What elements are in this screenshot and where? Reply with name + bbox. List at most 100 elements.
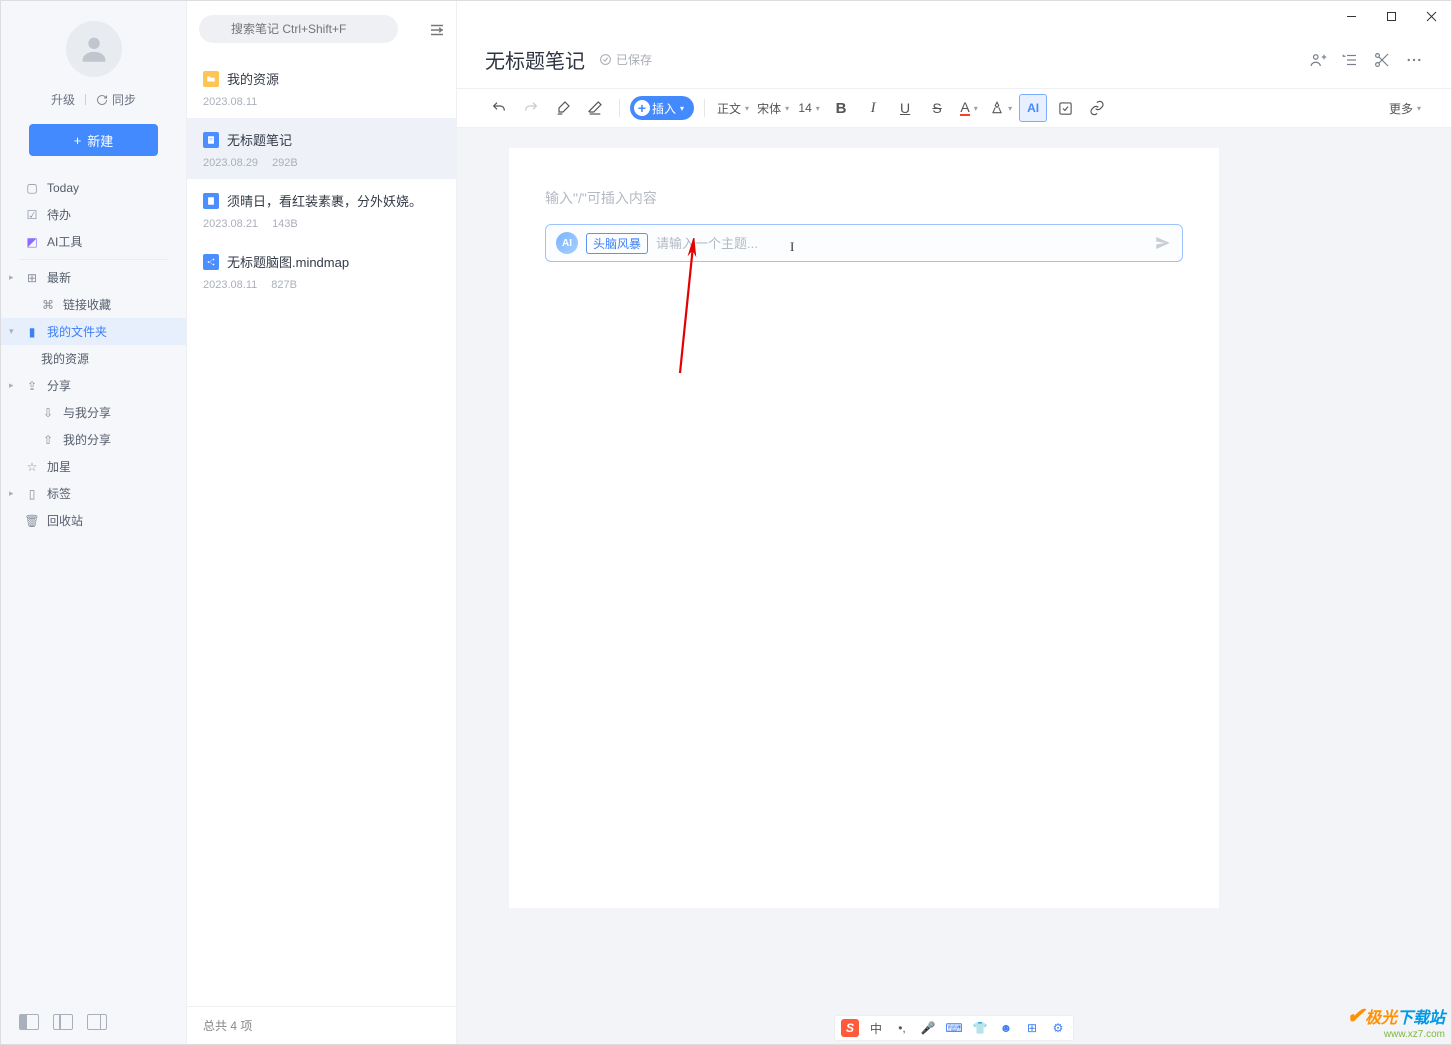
send-icon[interactable]: [1154, 234, 1172, 252]
chevron-right-icon: ▸: [9, 380, 14, 391]
star-icon: ☆: [25, 460, 39, 474]
more-toolbar-button[interactable]: 更多▾: [1387, 94, 1423, 122]
nav-todo[interactable]: ☑待办: [1, 201, 186, 228]
list-footer: 总共 4 项: [187, 1006, 456, 1044]
checklist-button[interactable]: [1051, 94, 1079, 122]
strikethrough-button[interactable]: S: [923, 94, 951, 122]
scissors-icon[interactable]: [1373, 51, 1391, 69]
document-title[interactable]: 无标题笔记: [485, 45, 585, 74]
font-select[interactable]: 宋体▾: [755, 94, 791, 122]
eraser-button[interactable]: [581, 94, 609, 122]
ime-keyboard-icon[interactable]: ⌨: [945, 1019, 963, 1037]
user-out-icon: ⇧: [41, 433, 55, 447]
nav-share[interactable]: ▸⇪分享: [1, 372, 186, 399]
doc-icon: [203, 193, 219, 209]
ai-prompt-input[interactable]: [656, 236, 1146, 251]
font-size-select[interactable]: 14▾: [795, 94, 823, 122]
chevron-right-icon: ▸: [9, 488, 14, 499]
nav-link-fav[interactable]: ⌘链接收藏: [1, 291, 186, 318]
sync-link[interactable]: 同步: [96, 91, 136, 108]
folder-icon: [203, 71, 219, 87]
redo-button[interactable]: [517, 94, 545, 122]
ime-shirt-icon[interactable]: 👕: [971, 1019, 989, 1037]
ime-lang[interactable]: 中: [867, 1019, 885, 1037]
ime-punct-icon[interactable]: •,: [893, 1019, 911, 1037]
font-color-button[interactable]: A▾: [955, 94, 983, 122]
avatar[interactable]: [66, 21, 122, 77]
document-page[interactable]: 输入"/"可插入内容 AI 头脑风暴 I: [509, 148, 1219, 908]
plus-icon: +: [634, 100, 650, 116]
ime-face-icon[interactable]: ☻: [997, 1019, 1015, 1037]
editor-placeholder: 输入"/"可插入内容: [545, 188, 1183, 208]
editor-canvas: 输入"/"可插入内容 AI 头脑风暴 I: [457, 128, 1451, 1044]
outline-icon[interactable]: [1341, 51, 1359, 69]
note-size: 143B: [272, 218, 298, 230]
separator: [85, 94, 86, 105]
plus-icon: +: [74, 133, 82, 148]
bold-button[interactable]: B: [827, 94, 855, 122]
nav-tags[interactable]: ▸▯标签: [1, 480, 186, 507]
note-title: 无标题笔记: [227, 130, 292, 149]
chevron-down-icon: ▾: [9, 326, 14, 337]
note-date: 2023.08.11: [203, 279, 257, 291]
note-title: 须晴日，看红装素裹，分外妖娆。: [227, 191, 422, 210]
note-date: 2023.08.11: [203, 96, 257, 108]
ime-settings-icon[interactable]: ⚙: [1049, 1019, 1067, 1037]
ime-sogou-icon[interactable]: S: [841, 1019, 859, 1037]
format-brush-button[interactable]: [549, 94, 577, 122]
note-title: 无标题脑图.mindmap: [227, 252, 349, 271]
layout-left-icon[interactable]: [53, 1014, 73, 1030]
link-button[interactable]: [1083, 94, 1111, 122]
underline-button[interactable]: U: [891, 94, 919, 122]
paragraph-select[interactable]: 正文▾: [715, 94, 751, 122]
ime-grid-icon[interactable]: ⊞: [1023, 1019, 1041, 1037]
close-button[interactable]: [1411, 1, 1451, 31]
note-size: 827B: [271, 279, 297, 291]
layout-right-icon[interactable]: [87, 1014, 107, 1030]
check-circle-icon: [599, 53, 612, 66]
nav-ai-tools[interactable]: ◩AI工具: [1, 228, 186, 255]
nav-my-share[interactable]: ⇧我的分享: [1, 426, 186, 453]
layout-both-icon[interactable]: [19, 1014, 39, 1030]
ime-toolbar: S 中 •, 🎤 ⌨ 👕 ☻ ⊞ ⚙: [834, 1015, 1074, 1041]
upgrade-link[interactable]: 升级: [51, 91, 75, 108]
undo-button[interactable]: [485, 94, 513, 122]
ai-button[interactable]: AI: [1019, 94, 1047, 122]
collapse-panel-icon[interactable]: [428, 21, 444, 37]
minimize-button[interactable]: [1331, 1, 1371, 31]
editor-toolbar: +插入▾ 正文▾ 宋体▾ 14▾ B I U S A▾ ▾ AI 更多▾: [457, 88, 1451, 128]
window-controls: [1331, 1, 1451, 31]
sidebar-footer: [1, 1000, 186, 1044]
note-item[interactable]: 无标题笔记 2023.08.29292B: [187, 118, 456, 179]
nav-trash[interactable]: 🗑回收站: [1, 507, 186, 534]
new-button[interactable]: + 新建: [29, 124, 158, 156]
ai-icon: ◩: [25, 235, 39, 249]
italic-button[interactable]: I: [859, 94, 887, 122]
check-icon: ☑: [25, 208, 39, 222]
nav-my-folder[interactable]: ▾▮我的文件夹: [1, 318, 186, 345]
grid-icon: ⊞: [25, 271, 39, 285]
maximize-button[interactable]: [1371, 1, 1411, 31]
note-item[interactable]: 我的资源 2023.08.11: [187, 57, 456, 118]
note-item[interactable]: 无标题脑图.mindmap 2023.08.11 827B: [187, 240, 456, 301]
calendar-icon: ▢: [25, 181, 39, 195]
note-date: 2023.08.21: [203, 218, 258, 230]
highlight-button[interactable]: ▾: [987, 94, 1015, 122]
note-list-panel: 我的资源 2023.08.11 无标题笔记 2023.08.29292B 须晴日…: [187, 1, 457, 1044]
nav-today[interactable]: ▢Today: [1, 174, 186, 201]
doc-icon: [203, 132, 219, 148]
note-item[interactable]: 须晴日，看红装素裹，分外妖娆。 2023.08.21 143B: [187, 179, 456, 240]
ai-mode-tag[interactable]: 头脑风暴: [586, 233, 648, 254]
insert-button[interactable]: +插入▾: [630, 96, 694, 120]
chevron-right-icon: ▸: [9, 272, 14, 283]
folder-icon: ▮: [25, 325, 39, 339]
sidebar-left: 升级 同步 + 新建 ▢Today ☑待办 ◩AI工具 ▸⊞最新 ⌘链接收藏 ▾…: [1, 1, 187, 1044]
ime-voice-icon[interactable]: 🎤: [919, 1019, 937, 1037]
nav-starred[interactable]: ☆加星: [1, 453, 186, 480]
share-user-icon[interactable]: [1309, 51, 1327, 69]
search-input[interactable]: [199, 15, 398, 43]
more-menu-icon[interactable]: [1405, 51, 1423, 69]
nav-my-resource[interactable]: 我的资源: [1, 345, 186, 372]
nav-recent[interactable]: ▸⊞最新: [1, 264, 186, 291]
nav-shared-with-me[interactable]: ⇩与我分享: [1, 399, 186, 426]
